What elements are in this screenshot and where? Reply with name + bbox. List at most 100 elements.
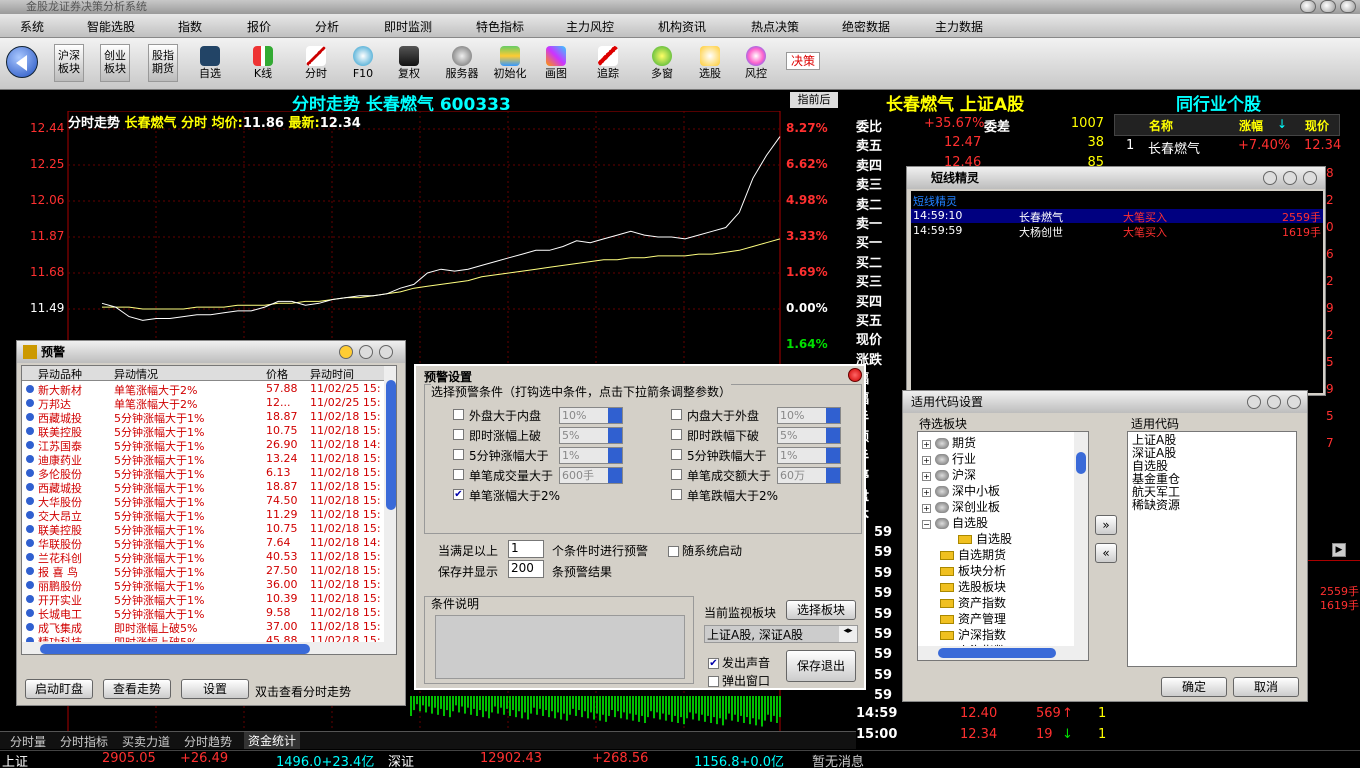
alert-title-bar[interactable]: 预警 — [17, 341, 405, 363]
condition-param-select[interactable]: 1% — [777, 447, 841, 464]
sound-checkbox[interactable]: ✔ 发出声音 — [708, 654, 770, 671]
close-icon[interactable] — [1340, 0, 1356, 13]
alert-row[interactable]: 迪康药业 5分钟涨幅大于1% 13.24 11/02/18 15: — [22, 452, 384, 467]
tree-item[interactable]: + 行业 — [922, 450, 976, 466]
maximize-icon[interactable] — [359, 345, 373, 359]
menu-item[interactable]: 指数 — [178, 18, 202, 35]
alert-row[interactable]: 华联股份 5分钟涨幅大于1% 7.64 11/02/18 14: — [22, 536, 384, 551]
timeshare-button[interactable]: 分时 — [294, 42, 338, 86]
condition-param-select[interactable]: 600手 — [559, 467, 623, 484]
alert-row[interactable]: 开开实业 5分钟涨幅大于1% 10.39 11/02/18 15: — [22, 592, 384, 607]
collapse-icon[interactable]: − — [922, 520, 931, 529]
initialize-button[interactable]: 初始化 — [488, 42, 532, 86]
short-spirit-title-bar[interactable]: 短线精灵 — [907, 167, 1325, 189]
close-icon[interactable] — [379, 345, 393, 359]
minimize-icon[interactable] — [1300, 0, 1316, 13]
menu-item[interactable]: 热点决策 — [751, 18, 799, 35]
tree-item[interactable]: 沪深指数 — [940, 626, 1006, 642]
condition-checkbox[interactable]: 即时跌幅下破 5% — [671, 427, 881, 445]
maximize-icon[interactable] — [1320, 0, 1336, 13]
remove-code-button[interactable]: « — [1095, 543, 1117, 563]
spirit-row[interactable]: 14:59:59 大杨创世 大笔买入 1619手 — [911, 224, 1323, 239]
add-code-button[interactable]: » — [1095, 515, 1117, 535]
short-spirit-tab[interactable]: 短线精灵 — [913, 193, 957, 209]
f10-button[interactable]: F10 — [341, 42, 385, 86]
tree-vertical-scrollbar[interactable] — [1074, 432, 1088, 646]
restore-rights-button[interactable]: 复权 — [387, 42, 431, 86]
condition-param-select[interactable]: 5% — [777, 427, 841, 444]
alert-row[interactable]: 交大昂立 5分钟涨幅大于1% 11.29 11/02/18 15: — [22, 508, 384, 523]
tree-item[interactable]: 资产指数 — [940, 594, 1006, 610]
decision-button[interactable]: 决策 — [786, 52, 820, 70]
alert-row[interactable]: 兰花科创 5分钟涨幅大于1% 40.53 11/02/18 15: — [22, 550, 384, 565]
menu-item[interactable]: 智能选股 — [87, 18, 135, 35]
select-board-button[interactable]: 选择板块 — [786, 600, 856, 620]
tree-horizontal-scrollbar[interactable] — [918, 646, 1088, 660]
tab-volume[interactable]: 分时量 — [10, 733, 46, 750]
tree-item[interactable]: + 深中小板 — [922, 482, 1000, 498]
kline-button[interactable]: K线 — [241, 42, 285, 86]
menu-item[interactable]: 绝密数据 — [842, 18, 890, 35]
condition-param-select[interactable]: 10% — [777, 407, 841, 424]
watchlist-button[interactable]: 自选 — [188, 42, 232, 86]
menu-item[interactable]: 系统 — [20, 18, 44, 35]
condition-param-select[interactable]: 60万 — [777, 467, 841, 484]
menu-item[interactable]: 分析 — [315, 18, 339, 35]
meet-count-input[interactable]: 1 — [508, 540, 544, 558]
alert-row[interactable]: 江苏国泰 5分钟涨幅大于1% 26.90 11/02/18 14: — [22, 438, 384, 453]
code-settings-title-bar[interactable]: 适用代码设置 — [903, 391, 1307, 413]
condition-checkbox[interactable]: 外盘大于内盘 10% — [453, 407, 663, 425]
alert-row[interactable]: 万邦达 单笔涨幅大于2% 12... 11/02/25 15: — [22, 396, 384, 411]
alert-row[interactable]: 联美控股 5分钟涨幅大于1% 10.75 11/02/18 15: — [22, 424, 384, 439]
maximize-icon[interactable] — [1283, 171, 1297, 185]
alert-row[interactable]: 报 喜 鸟 5分钟涨幅大于1% 27.50 11/02/18 15: — [22, 564, 384, 579]
expand-icon[interactable]: + — [922, 488, 931, 497]
save-count-input[interactable]: 200 — [508, 560, 544, 578]
sh-sz-board-button[interactable]: 沪深 板块 — [54, 44, 84, 82]
alert-row[interactable]: 西藏城投 5分钟涨幅大于1% 18.87 11/02/18 15: — [22, 410, 384, 425]
menu-item[interactable]: 特色指标 — [476, 18, 524, 35]
monitor-boards-field[interactable]: 上证A股, 深证A股 ◂▸ — [704, 625, 858, 643]
stock-picker-button[interactable]: 选股 — [688, 42, 732, 86]
risk-control-button[interactable]: 风控 — [734, 42, 778, 86]
alert-row[interactable]: 多伦股份 5分钟涨幅大于1% 6.13 11/02/18 15: — [22, 466, 384, 481]
menu-item[interactable]: 机构资讯 — [658, 18, 706, 35]
condition-checkbox[interactable]: 单笔成交量大于 600手 — [453, 467, 663, 485]
applied-code-item[interactable]: 稀缺资源 — [1132, 499, 1180, 512]
tab-indicator[interactable]: 分时指标 — [60, 733, 108, 750]
spirit-row[interactable]: 14:59:10 长春燃气 大笔买入 2559手 — [911, 209, 1323, 224]
close-icon[interactable] — [848, 368, 862, 382]
alert-vertical-scrollbar[interactable] — [384, 366, 396, 642]
condition-checkbox[interactable]: 5分钟涨幅大于 1% — [453, 447, 663, 465]
ok-button[interactable]: 确定 — [1161, 677, 1227, 697]
tab-buy-sell-force[interactable]: 买卖力道 — [122, 733, 170, 750]
condition-checkbox[interactable]: 单笔成交额大于 60万 — [671, 467, 881, 485]
scroll-right-icon[interactable]: ▶ — [1332, 543, 1346, 557]
alert-settings-button[interactable]: 设置 — [181, 679, 249, 699]
index-futures-button[interactable]: 股指 期货 — [148, 44, 178, 82]
menu-item[interactable]: 主力风控 — [566, 18, 614, 35]
condition-param-select[interactable]: 5% — [559, 427, 623, 444]
minimize-icon[interactable] — [1263, 171, 1277, 185]
menu-item[interactable]: 报价 — [247, 18, 271, 35]
chinext-board-button[interactable]: 创业 板块 — [100, 44, 130, 82]
popup-checkbox[interactable]: 弹出窗口 — [708, 672, 770, 689]
condition-checkbox[interactable]: ✔ 单笔涨幅大于2% — [453, 487, 663, 505]
autostart-checkbox[interactable]: 随系统启动 — [668, 542, 742, 559]
alert-row[interactable]: 西藏城投 5分钟涨幅大于1% 18.87 11/02/18 15: — [22, 480, 384, 495]
tree-item[interactable]: 资产管理 — [940, 610, 1006, 626]
index-overlay-tag[interactable]: 指前后 — [790, 92, 838, 108]
start-monitor-button[interactable]: 启动盯盘 — [25, 679, 93, 699]
condition-checkbox[interactable]: 5分钟跌幅大于 1% — [671, 447, 881, 465]
sort-down-icon[interactable]: ↓ — [1277, 117, 1287, 131]
tree-item[interactable]: 自选期货 — [940, 546, 1006, 562]
menu-item[interactable]: 即时监测 — [384, 18, 432, 35]
multi-window-button[interactable]: 多窗 — [640, 42, 684, 86]
alert-row[interactable]: 联美控股 5分钟涨幅大于1% 10.75 11/02/18 15: — [22, 522, 384, 537]
condition-param-select[interactable]: 1% — [559, 447, 623, 464]
alert-horizontal-scrollbar[interactable] — [22, 642, 396, 654]
tree-item[interactable]: + 期货 — [922, 434, 976, 450]
expand-icon[interactable]: + — [922, 472, 931, 481]
server-button[interactable]: 服务器 — [440, 42, 484, 86]
tree-item[interactable]: + 沪深 — [922, 466, 976, 482]
